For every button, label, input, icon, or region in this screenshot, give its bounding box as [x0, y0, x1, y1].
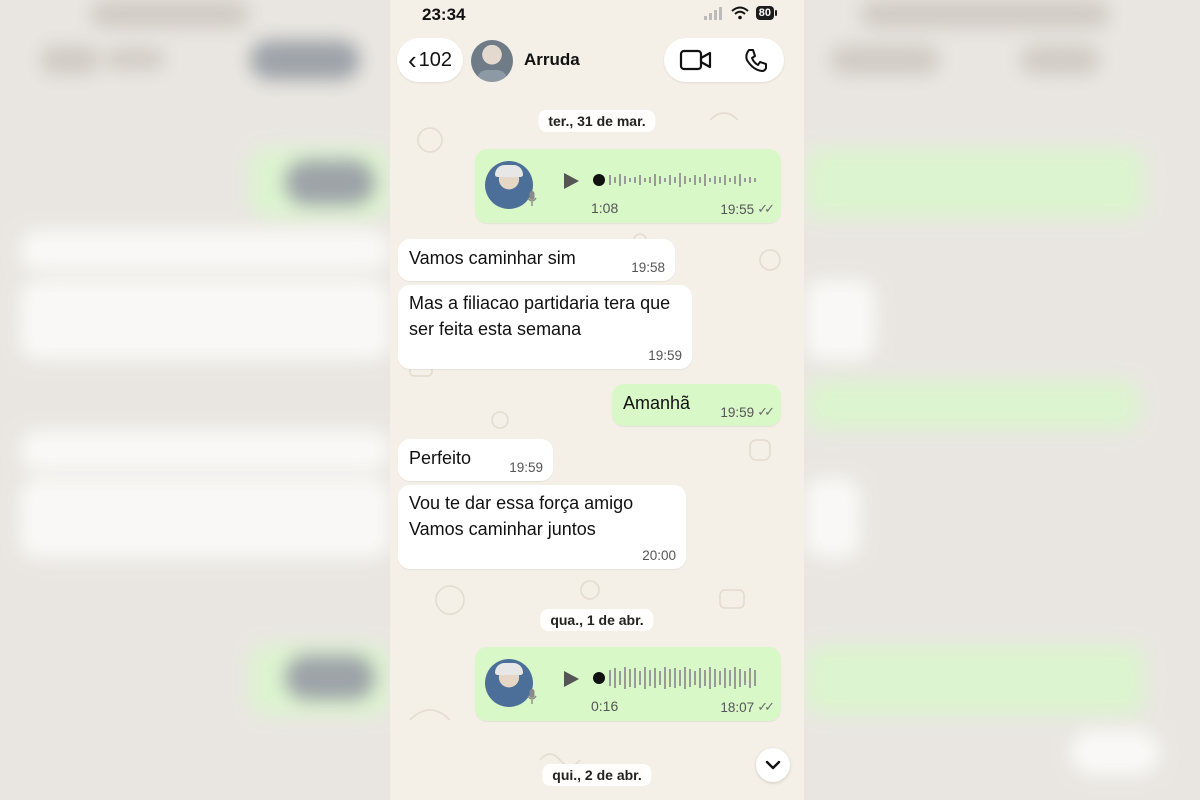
message-bubble: Vamos caminhar sim 19:58: [398, 239, 675, 281]
play-icon[interactable]: [561, 669, 581, 689]
message-text: Vamos caminhar sim: [409, 248, 576, 268]
play-icon[interactable]: [561, 171, 581, 191]
microphone-icon: [527, 191, 537, 206]
signal-icon: [703, 7, 722, 20]
message-text: Perfeito: [409, 448, 472, 468]
chat-header: ‹ 102 Arruda: [390, 36, 804, 86]
message-time: 19:58: [631, 260, 665, 275]
voice-sender-avatar: [485, 659, 533, 707]
chevron-down-icon: [765, 760, 781, 770]
battery-indicator: 80: [755, 6, 778, 20]
message-text: Amanhã: [623, 393, 691, 413]
message-bubble: Vou te dar essa força amigo Vamos caminh…: [398, 485, 686, 569]
chat-screen: 23:34 80 ‹ 102 Arruda ter., 31 de mar. 1…: [390, 0, 804, 800]
voice-waveform[interactable]: [593, 665, 769, 691]
message-text: Mas a filiacao partidaria tera que ser f…: [409, 293, 671, 339]
message-time: 19:59: [720, 404, 755, 420]
message-time: 18:07: [720, 699, 755, 715]
chevron-left-icon: ‹: [407, 45, 417, 75]
date-chip: qua., 1 de abr.: [540, 609, 654, 631]
microphone-icon: [527, 689, 537, 704]
wifi-icon: [731, 6, 749, 20]
voice-sender-avatar: [485, 161, 533, 209]
message-time: 19:59: [648, 348, 682, 363]
date-chip: qui., 2 de abr.: [542, 764, 652, 786]
message-bubble: Perfeito 19:59: [398, 439, 553, 481]
status-time: 23:34: [422, 5, 466, 24]
date-chip: ter., 31 de mar.: [538, 110, 656, 132]
message-time: 19:55: [720, 201, 755, 217]
call-actions: [664, 38, 784, 82]
double-check-icon: ✓✓: [757, 404, 775, 419]
message-time: 20:00: [642, 548, 676, 563]
voice-message: 0:16 18:07 ✓✓: [475, 647, 781, 721]
double-check-icon: ✓✓: [757, 201, 775, 216]
video-call-icon[interactable]: [679, 48, 713, 72]
message-bubble: Mas a filiacao partidaria tera que ser f…: [398, 285, 692, 369]
contact-avatar[interactable]: [471, 40, 513, 82]
phone-icon[interactable]: [743, 47, 769, 73]
message-time: 19:59: [509, 460, 543, 475]
message-text: Vou te dar essa força amigo Vamos caminh…: [409, 493, 634, 539]
voice-waveform[interactable]: [593, 167, 769, 193]
back-button[interactable]: ‹ 102: [397, 38, 463, 82]
voice-message: 1:08 19:55 ✓✓: [475, 149, 781, 223]
unread-count: 102: [418, 48, 453, 71]
contact-name[interactable]: Arruda: [524, 50, 580, 70]
scroll-to-bottom-button[interactable]: [756, 748, 790, 782]
voice-duration: 1:08: [591, 200, 619, 216]
double-check-icon: ✓✓: [757, 699, 775, 714]
message-bubble: Amanhã 19:59 ✓✓: [612, 384, 781, 426]
voice-duration: 0:16: [591, 698, 619, 714]
status-bar: 23:34 80: [390, 0, 804, 34]
